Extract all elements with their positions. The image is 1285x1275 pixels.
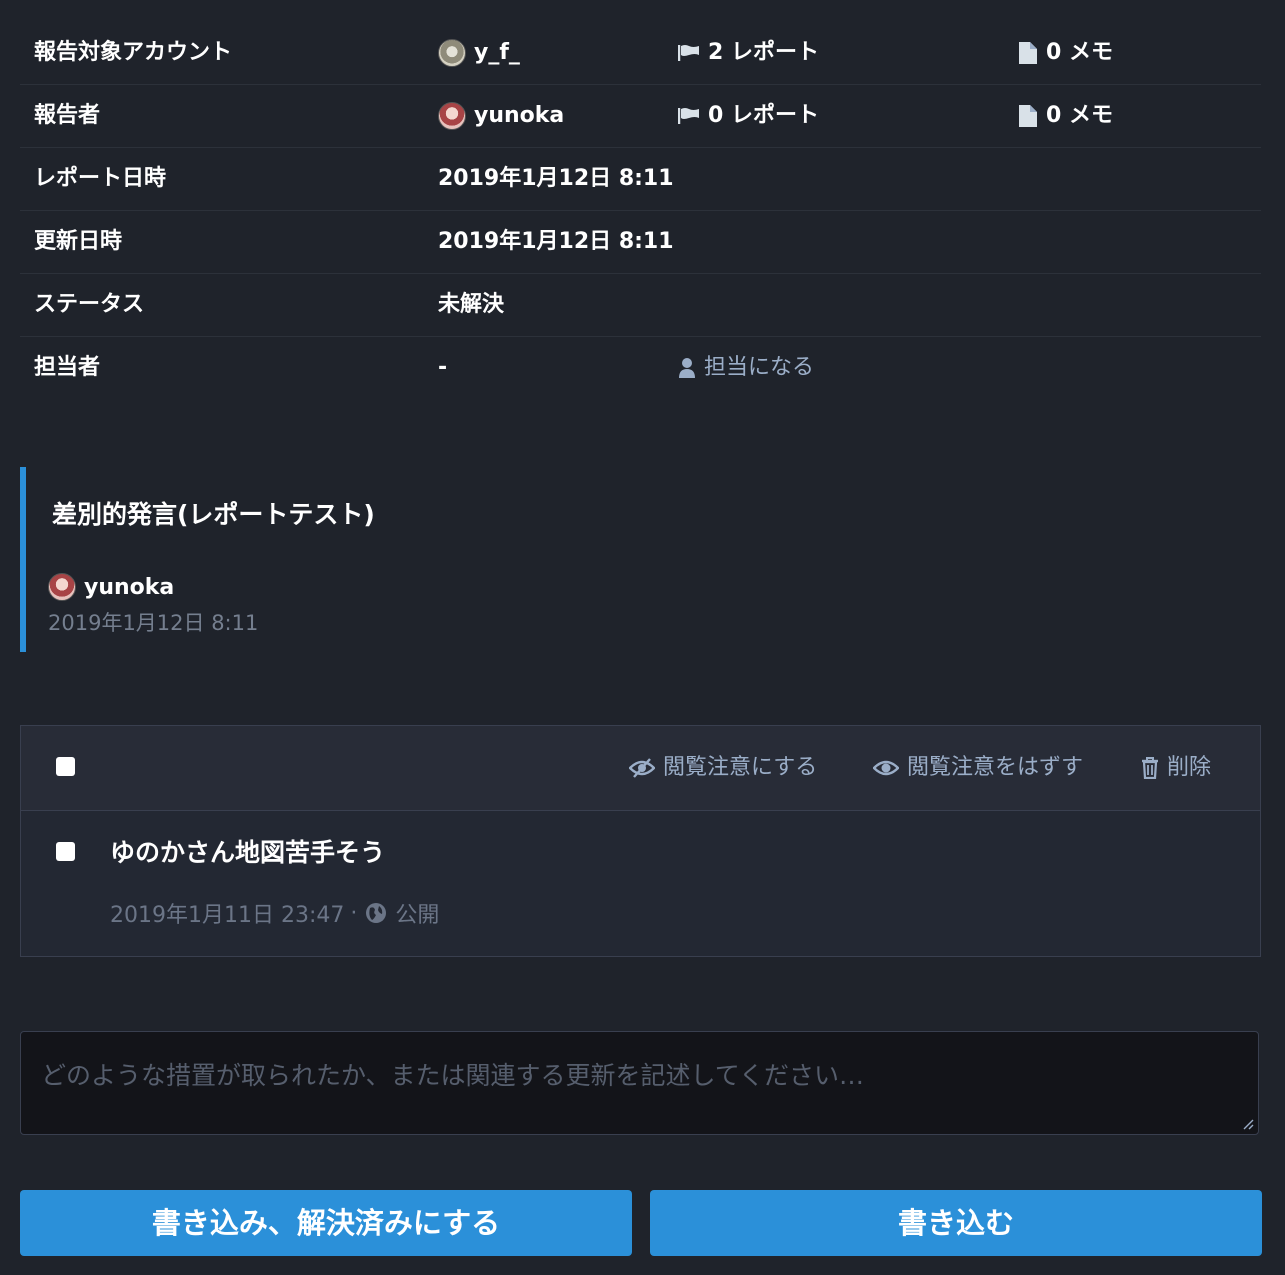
reporter-memos-link[interactable]: 0 メモ bbox=[1018, 85, 1113, 147]
status-item: ゆのかさん地図苦手そう 2019年1月11日 23:47 · 公開 bbox=[21, 811, 1260, 956]
flag-icon bbox=[678, 108, 699, 124]
info-row-assignee: 担当者 - 担当になる bbox=[20, 337, 1261, 399]
reporter-reports-link[interactable]: 0 レポート bbox=[678, 85, 819, 147]
reporter-name: yunoka bbox=[474, 103, 565, 128]
author-name: yunoka bbox=[84, 574, 175, 600]
report-comment: 差別的発言(レポートテスト) yunoka 2019年1月12日 8:11 bbox=[20, 467, 626, 652]
select-all-checkbox[interactable] bbox=[56, 757, 75, 776]
report-comment-date: 2019年1月12日 8:11 bbox=[48, 611, 259, 635]
status-text: ゆのかさん地図苦手そう bbox=[110, 838, 386, 867]
info-label: 報告対象アカウント bbox=[34, 40, 233, 65]
info-row-reported-at: レポート日時 2019年1月12日 8:11 bbox=[20, 148, 1261, 211]
delete-label: 削除 bbox=[1167, 755, 1212, 780]
file-icon bbox=[1019, 42, 1037, 64]
reporter-account-link[interactable]: yunoka bbox=[438, 85, 564, 147]
status-visibility: 公開 bbox=[395, 903, 440, 928]
assign-label: 担当になる bbox=[704, 355, 815, 380]
flag-icon bbox=[678, 45, 699, 61]
info-label: 担当者 bbox=[34, 355, 101, 380]
resize-handle-icon[interactable] bbox=[1242, 1118, 1254, 1130]
report-comment-text: 差別的発言(レポートテスト) bbox=[52, 500, 375, 529]
mark-sensitive-button[interactable]: 閲覧注意にする bbox=[629, 726, 817, 810]
delete-button[interactable]: 削除 bbox=[1141, 726, 1211, 810]
reports-count: 0 レポート bbox=[708, 103, 819, 128]
info-row-updated-at: 更新日時 2019年1月12日 8:11 bbox=[20, 211, 1261, 274]
avatar bbox=[438, 102, 466, 130]
reported-at-value: 2019年1月12日 8:11 bbox=[438, 166, 674, 191]
resolve-with-note-button[interactable]: 書き込み、解決済みにする bbox=[20, 1190, 632, 1256]
trash-icon bbox=[1142, 757, 1158, 779]
reports-count: 2 レポート bbox=[708, 40, 819, 65]
eye-icon bbox=[873, 760, 899, 776]
meta-separator: · bbox=[350, 900, 358, 926]
info-label: 報告者 bbox=[34, 103, 101, 128]
unmark-sensitive-button[interactable]: 閲覧注意をはずす bbox=[873, 726, 1083, 810]
info-label: レポート日時 bbox=[34, 166, 167, 191]
status-checkbox[interactable] bbox=[56, 842, 75, 861]
batch-toolbar: 閲覧注意にする 閲覧注意をはずす 削除 bbox=[21, 726, 1260, 811]
globe-icon bbox=[366, 903, 387, 923]
mark-sensitive-label: 閲覧注意にする bbox=[663, 755, 818, 780]
target-account-link[interactable]: y_f_ bbox=[438, 22, 520, 84]
target-account-name: y_f_ bbox=[474, 40, 520, 65]
updated-at-value: 2019年1月12日 8:11 bbox=[438, 229, 674, 254]
info-label: 更新日時 bbox=[34, 229, 123, 254]
eye-slash-icon bbox=[629, 758, 655, 778]
file-icon bbox=[1019, 105, 1037, 127]
info-row-status: ステータス 未解決 bbox=[20, 274, 1261, 337]
report-note-textarea[interactable]: どのような措置が取られたか、または関連する更新を記述してください… bbox=[20, 1031, 1259, 1135]
info-row-reporter: 報告者 yunoka 0 レポート 0 メモ bbox=[20, 85, 1261, 148]
target-memos-link[interactable]: 0 メモ bbox=[1018, 22, 1113, 84]
assignee-value: - bbox=[438, 355, 448, 380]
status-value: 未解決 bbox=[438, 292, 505, 317]
info-row-target-account: 報告対象アカウント y_f_ 2 レポート 0 メモ bbox=[20, 22, 1261, 85]
reported-statuses-panel: 閲覧注意にする 閲覧注意をはずす 削除 ゆのかさん地図苦手そう 2019年1月1… bbox=[20, 725, 1261, 957]
info-label: ステータス bbox=[34, 292, 145, 317]
avatar bbox=[438, 39, 466, 67]
textarea-placeholder: どのような措置が取られたか、または関連する更新を記述してください… bbox=[41, 1061, 865, 1090]
user-icon bbox=[679, 358, 695, 378]
status-date-link[interactable]: 2019年1月11日 23:47 bbox=[110, 897, 344, 929]
target-reports-link[interactable]: 2 レポート bbox=[678, 22, 819, 84]
create-note-button[interactable]: 書き込む bbox=[650, 1190, 1262, 1256]
memos-count: 0 メモ bbox=[1046, 40, 1113, 65]
avatar bbox=[48, 573, 76, 601]
assign-to-self-link[interactable]: 担当になる bbox=[678, 337, 814, 399]
report-comment-author[interactable]: yunoka bbox=[48, 573, 174, 601]
unmark-sensitive-label: 閲覧注意をはずす bbox=[907, 755, 1084, 780]
report-info-table: 報告対象アカウント y_f_ 2 レポート 0 メモ 報告者 yunoka 0 … bbox=[20, 22, 1261, 399]
memos-count: 0 メモ bbox=[1046, 103, 1113, 128]
status-meta: 2019年1月11日 23:47 · 公開 bbox=[110, 897, 439, 929]
